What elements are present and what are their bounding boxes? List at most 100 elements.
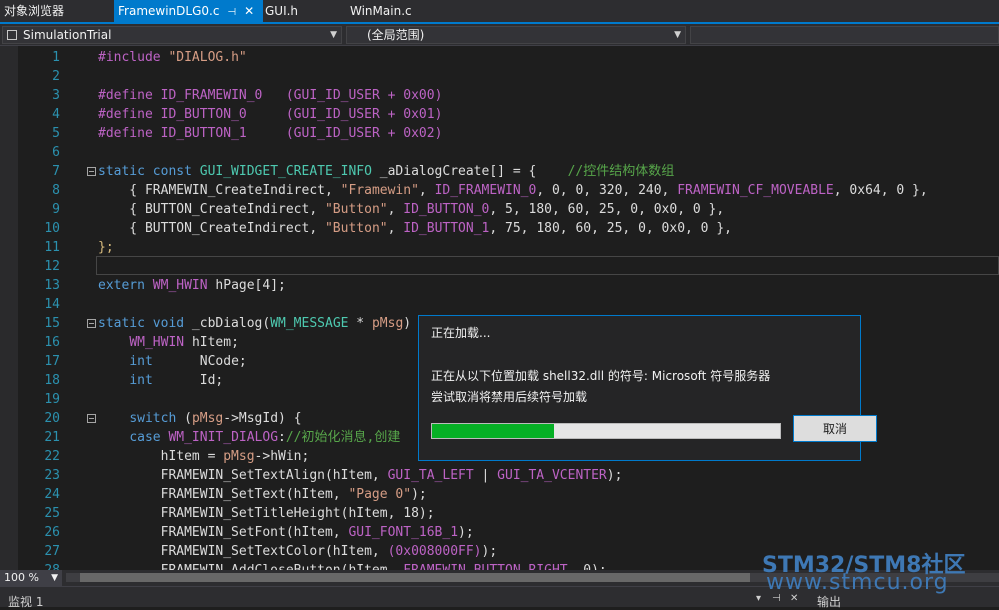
zoom-dropdown[interactable]: 100 % ▼ (0, 570, 62, 586)
tab-gui-h[interactable]: GUI.h (265, 0, 298, 22)
code-text: #define ID_BUTTON_0 (GUI_ID_USER + 0x01) (98, 107, 443, 122)
line-number: 24 (44, 487, 60, 502)
line-number: 1 (52, 50, 60, 65)
watermark: STM32/STM8社区 www.stmcu.org (762, 547, 999, 597)
code-text: int NCode; (129, 354, 247, 369)
line-number: 2 (52, 69, 60, 84)
line-number: 10 (44, 221, 60, 236)
code-text: FRAMEWIN_SetText(hItem, "Page 0"); (98, 487, 427, 502)
code-line[interactable]: 24 FRAMEWIN_SetText(hItem, "Page 0"); (0, 485, 999, 504)
code-text: FRAMEWIN_SetFont(hItem, GUI_FONT_16B_1); (98, 525, 474, 540)
code-line[interactable]: 26 FRAMEWIN_SetFont(hItem, GUI_FONT_16B_… (0, 523, 999, 542)
pin-icon[interactable]: ⊣ (227, 7, 236, 18)
code-text: hItem = pMsg->hWin; (98, 449, 310, 464)
code-text: static const GUI_WIDGET_CREATE_INFO _aDi… (98, 164, 675, 179)
dialog-title: 正在加载... (431, 326, 491, 340)
code-line[interactable]: 7 static const GUI_WIDGET_CREATE_INFO _aD… (0, 162, 999, 181)
code-text: #include "DIALOG.h" (98, 50, 247, 65)
collapse-icon[interactable] (87, 414, 96, 423)
line-number: 12 (44, 259, 60, 274)
dropdown-icon[interactable]: ▾ (756, 593, 761, 604)
line-number: 7 (52, 164, 60, 179)
navigation-bar: SimulationTrial ▼ (全局范围) ▼ (0, 24, 999, 46)
line-number: 9 (52, 202, 60, 217)
line-number: 3 (52, 88, 60, 103)
code-text: FRAMEWIN_SetTextAlign(hItem, GUI_TA_LEFT… (98, 468, 623, 483)
code-line[interactable]: 1 #include "DIALOG.h" (0, 48, 999, 67)
loading-symbols-dialog: 正在加载... 正在从以下位置加载 shell32.dll 的符号: Micro… (418, 315, 877, 461)
code-line[interactable]: 4 #define ID_BUTTON_0 (GUI_ID_USER + 0x01… (0, 105, 999, 124)
dialog-hint: 尝试取消将禁用后续符号加载 (431, 390, 588, 404)
tab-winmain[interactable]: WinMain.c (350, 0, 412, 22)
code-text: case WM_INIT_DIALOG://初始化消息,创建 (129, 430, 401, 445)
code-text: WM_HWIN hItem; (129, 335, 239, 350)
zoom-value: 100 % (4, 571, 39, 584)
tab-framewindlg0[interactable]: FramewinDLG0.c ⊣ ✕ (114, 0, 263, 22)
code-line[interactable]: 14 (0, 295, 999, 314)
code-line[interactable]: 9 { BUTTON_CreateIndirect, "Button", ID_… (0, 200, 999, 219)
global-scope-value: (全局范围) (367, 28, 425, 42)
code-text: int Id; (129, 373, 224, 388)
chevron-down-icon: ▼ (51, 573, 58, 583)
tab-object-browser[interactable]: 对象浏览器 (4, 0, 64, 22)
collapse-icon[interactable] (87, 319, 96, 328)
line-number: 27 (44, 544, 60, 559)
line-number: 26 (44, 525, 60, 540)
line-number: 21 (44, 430, 60, 445)
cancel-button[interactable]: 取消 (793, 415, 877, 442)
code-text: FRAMEWIN_SetTextColor(hItem, (0x008000FF… (98, 544, 498, 559)
code-line[interactable]: 10 { BUTTON_CreateIndirect, "Button", ID… (0, 219, 999, 238)
line-number: 14 (44, 297, 60, 312)
collapse-icon[interactable] (87, 167, 96, 176)
chevron-down-icon: ▼ (330, 30, 337, 40)
line-number: 5 (52, 126, 60, 141)
watch-panel-title[interactable]: 监视 1 (8, 593, 43, 610)
code-text: extern WM_HWIN hPage[4]; (98, 278, 286, 293)
line-number: 15 (44, 316, 60, 331)
dialog-message: 正在从以下位置加载 shell32.dll 的符号: Microsoft 符号服… (431, 369, 771, 383)
progress-fill (432, 424, 554, 438)
line-number: 28 (18, 561, 60, 570)
code-text: }; (98, 240, 114, 255)
code-line[interactable]: 8 { FRAMEWIN_CreateIndirect, "Framewin",… (0, 181, 999, 200)
code-line[interactable]: 13 extern WM_HWIN hPage[4]; (0, 276, 999, 295)
code-line[interactable]: 25 FRAMEWIN_SetTitleHeight(hItem, 18); (0, 504, 999, 523)
member-dropdown[interactable] (690, 26, 999, 44)
scrollbar-thumb[interactable] (80, 573, 750, 582)
line-number: 23 (44, 468, 60, 483)
line-number: 16 (44, 335, 60, 350)
code-editor[interactable]: 1 #include "DIALOG.h" 2 3 #define ID_FRAMEWI… (0, 46, 999, 570)
close-icon[interactable]: ✕ (244, 4, 254, 18)
code-text: { BUTTON_CreateIndirect, "Button", ID_BU… (98, 202, 725, 217)
global-scope-dropdown[interactable]: (全局范围) ▼ (346, 26, 686, 44)
tab-label: FramewinDLG0.c (118, 4, 220, 18)
code-text: switch (pMsg->MsgId) { (129, 411, 302, 426)
line-number: 22 (44, 449, 60, 464)
code-line[interactable]: 3 #define ID_FRAMEWIN_0 (GUI_ID_USER + 0x… (0, 86, 999, 105)
code-text: FRAMEWIN_SetTitleHeight(hItem, 18); (98, 506, 435, 521)
line-number: 17 (44, 354, 60, 369)
code-text: FRAMEWIN_AddCloseButton(hItem, FRAMEWIN_… (98, 561, 607, 570)
code-text: { BUTTON_CreateIndirect, "Button", ID_BU… (98, 221, 732, 236)
line-number: 8 (52, 183, 60, 198)
code-line[interactable]: 6 (0, 143, 999, 162)
line-number: 25 (44, 506, 60, 521)
project-scope-dropdown[interactable]: SimulationTrial ▼ (2, 26, 342, 44)
code-text: { FRAMEWIN_CreateIndirect, "Framewin", I… (98, 183, 928, 198)
code-line[interactable]: 11}; (0, 238, 999, 257)
code-line[interactable]: 12 (0, 257, 999, 276)
code-line[interactable]: 23 FRAMEWIN_SetTextAlign(hItem, GUI_TA_L… (0, 466, 999, 485)
line-number: 19 (44, 392, 60, 407)
project-scope-value: SimulationTrial (23, 28, 112, 42)
document-tab-bar: 对象浏览器 FramewinDLG0.c ⊣ ✕ GUI.h WinMain.c (0, 0, 999, 24)
code-text: #define ID_FRAMEWIN_0 (GUI_ID_USER + 0x0… (98, 88, 443, 103)
code-line[interactable]: 2 (0, 67, 999, 86)
code-line[interactable]: 5 #define ID_BUTTON_1 (GUI_ID_USER + 0x02… (0, 124, 999, 143)
line-number: 20 (44, 411, 60, 426)
code-text: static void _cbDialog(WM_MESSAGE * pMsg) (98, 316, 412, 331)
progress-bar (431, 423, 781, 439)
line-number: 18 (44, 373, 60, 388)
watermark-url: www.stmcu.org (766, 570, 949, 595)
project-icon (7, 30, 17, 40)
code-text: #define ID_BUTTON_1 (GUI_ID_USER + 0x02) (98, 126, 443, 141)
